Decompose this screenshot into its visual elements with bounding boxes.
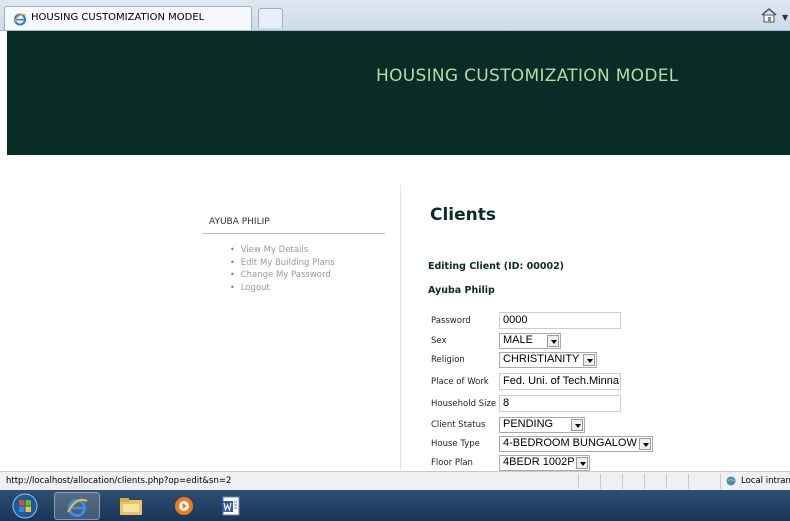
place-of-work-label: Place of Work xyxy=(431,377,489,387)
media-player-taskbar-button[interactable] xyxy=(162,492,208,520)
household-size-field[interactable]: 8 xyxy=(499,395,621,412)
client-status-value: PENDING xyxy=(503,418,554,430)
password-label: Password xyxy=(431,316,471,326)
start-orb-icon[interactable] xyxy=(10,493,40,519)
tab-title: HOUSING CUSTOMIZATION MODEL xyxy=(31,12,205,23)
chevron-down-icon[interactable]: ▼ xyxy=(782,13,788,22)
client-status-label: Client Status xyxy=(431,420,486,430)
page-title: Clients xyxy=(430,205,497,225)
browser-tab[interactable]: HOUSING CUSTOMIZATION MODEL xyxy=(4,6,252,30)
media-player-taskbar-icon xyxy=(175,497,193,515)
home-icon[interactable] xyxy=(760,7,778,23)
house-type-value: 4-BEDROOM BUNGALOW xyxy=(503,437,637,449)
site-title: HOUSING CUSTOMIZATION MODEL xyxy=(376,66,679,86)
religion-value: CHRISTIANITY xyxy=(503,353,580,365)
status-divider xyxy=(600,474,601,489)
floor-plan-label: Floor Plan xyxy=(431,458,473,468)
status-divider xyxy=(622,474,623,489)
religion-label: Religion xyxy=(431,355,465,365)
explorer-taskbar-button[interactable] xyxy=(108,492,154,520)
nav-logout[interactable]: Logout xyxy=(230,282,335,295)
chevron-down-icon[interactable] xyxy=(547,335,559,347)
status-divider xyxy=(578,474,579,489)
ie-icon xyxy=(13,13,27,26)
status-divider xyxy=(666,474,667,489)
explorer-taskbar-icon xyxy=(120,498,142,515)
place-of-work-field[interactable]: Fed. Uni. of Tech.Minna. xyxy=(499,373,621,390)
sex-value: MALE xyxy=(503,334,533,346)
zone-label: Local intran xyxy=(741,476,790,486)
sex-label: Sex xyxy=(431,336,447,346)
client-status-select[interactable]: PENDING xyxy=(499,417,585,433)
nav-change-password[interactable]: Change My Password xyxy=(230,269,335,282)
chevron-down-icon[interactable] xyxy=(576,457,588,469)
ie-taskbar-button[interactable] xyxy=(54,492,100,520)
household-size-label: Household Size xyxy=(431,399,497,409)
status-divider xyxy=(644,474,645,489)
floor-plan-select[interactable]: 4BEDR 1002P xyxy=(499,455,590,471)
status-url: http://localhost/allocation/clients.php?… xyxy=(6,476,232,486)
chevron-down-icon[interactable] xyxy=(583,354,595,366)
religion-select[interactable]: CHRISTIANITY xyxy=(499,352,597,368)
browser-tab-strip: HOUSING CUSTOMIZATION MODEL ▼ xyxy=(0,0,790,31)
user-name: AYUBA PHILIP xyxy=(209,217,270,227)
chevron-down-icon[interactable] xyxy=(571,419,583,431)
status-bar: http://localhost/allocation/clients.php?… xyxy=(0,471,790,491)
floor-plan-value: 4BEDR 1002P xyxy=(503,456,575,468)
word-taskbar-button[interactable] xyxy=(208,492,254,520)
new-tab-button[interactable] xyxy=(258,8,283,28)
password-field[interactable]: 0000 xyxy=(499,312,621,329)
editing-subheading: Editing Client (ID: 00002) xyxy=(428,261,565,272)
security-zone[interactable]: Local intran xyxy=(720,474,790,489)
house-type-label: House Type xyxy=(431,439,480,449)
chevron-down-icon[interactable] xyxy=(639,438,651,450)
column-divider xyxy=(400,185,401,470)
sidebar-nav: View My Details Edit My Building Plans C… xyxy=(230,244,335,294)
word-taskbar-icon xyxy=(222,496,240,516)
nav-edit-building-plans[interactable]: Edit My Building Plans xyxy=(230,257,335,270)
client-name: Ayuba Philip xyxy=(428,285,495,296)
zone-icon xyxy=(726,476,736,486)
page-header: HOUSING CUSTOMIZATION MODEL xyxy=(7,31,790,155)
sex-select[interactable]: MALE xyxy=(499,333,561,349)
divider xyxy=(202,233,385,234)
ie-taskbar-icon xyxy=(67,498,88,517)
house-type-select[interactable]: 4-BEDROOM BUNGALOW xyxy=(499,436,653,452)
nav-view-details[interactable]: View My Details xyxy=(230,244,335,257)
status-divider xyxy=(688,474,689,489)
